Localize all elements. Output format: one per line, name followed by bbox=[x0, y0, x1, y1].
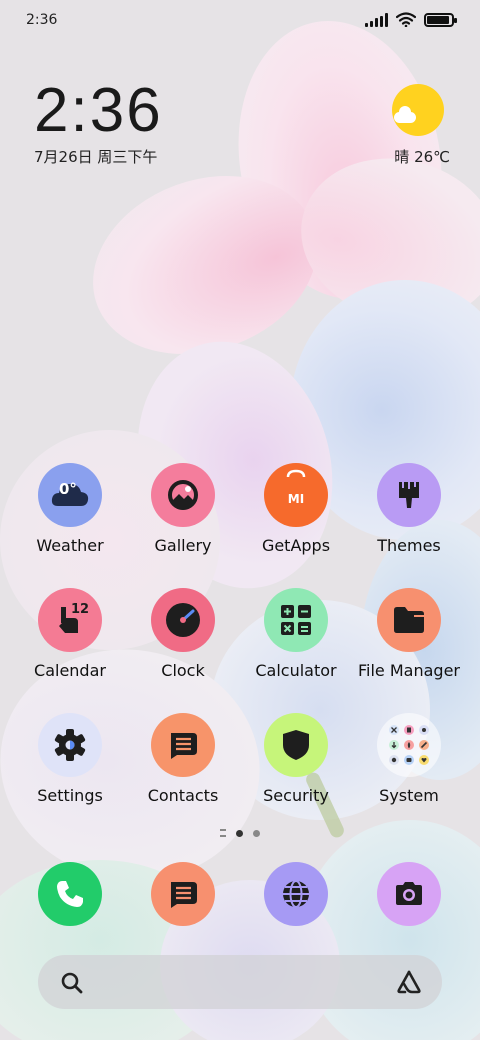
dock-camera[interactable] bbox=[349, 862, 469, 926]
dock-browser[interactable] bbox=[236, 862, 356, 926]
app-weather[interactable]: 0° Weather bbox=[10, 463, 130, 555]
app-label: Calculator bbox=[255, 661, 337, 680]
app-getapps[interactable]: MI GetApps bbox=[236, 463, 356, 555]
weather-icon: 0° bbox=[38, 463, 102, 527]
dock-phone[interactable] bbox=[10, 862, 130, 926]
app-label: Settings bbox=[37, 786, 103, 805]
search-bar[interactable] bbox=[38, 955, 442, 1009]
app-themes[interactable]: Themes bbox=[349, 463, 469, 555]
app-label: GetApps bbox=[261, 536, 331, 555]
wifi-icon bbox=[396, 12, 416, 27]
battery-icon bbox=[424, 12, 457, 27]
contacts-icon bbox=[151, 713, 215, 777]
page-dot bbox=[253, 829, 260, 837]
app-calendar[interactable]: 12 Calendar bbox=[10, 588, 130, 680]
gallery-icon bbox=[151, 463, 215, 527]
weather-condition: 晴 bbox=[394, 148, 410, 166]
app-label: Weather bbox=[36, 536, 104, 555]
app-clock[interactable]: Clock bbox=[123, 588, 243, 680]
app-settings[interactable]: Settings bbox=[10, 713, 130, 805]
getapps-icon: MI bbox=[264, 463, 328, 527]
status-time: 2:36 bbox=[26, 12, 58, 28]
clock-time: 2:36 bbox=[34, 76, 163, 145]
app-label: Clock bbox=[161, 661, 205, 680]
app-calculator[interactable]: Calculator bbox=[236, 588, 356, 680]
app-security[interactable]: Security bbox=[236, 713, 356, 805]
folder-icon bbox=[377, 588, 441, 652]
page-indicator[interactable] bbox=[0, 829, 480, 837]
app-label: System bbox=[379, 786, 439, 805]
camera-icon bbox=[377, 862, 441, 926]
weather-widget[interactable]: 晴 26℃ bbox=[390, 84, 450, 166]
weather-temperature: 26℃ bbox=[414, 148, 450, 166]
app-contacts[interactable]: Contacts bbox=[123, 713, 243, 805]
assistant-icon[interactable] bbox=[396, 970, 422, 994]
search-icon[interactable] bbox=[60, 971, 84, 995]
signal-icon bbox=[365, 12, 388, 27]
globe-icon bbox=[264, 862, 328, 926]
app-file-manager[interactable]: File Manager bbox=[349, 588, 469, 680]
app-label: Gallery bbox=[154, 536, 212, 555]
app-label: File Manager bbox=[358, 661, 460, 680]
app-gallery[interactable]: Gallery bbox=[123, 463, 243, 555]
status-bar[interactable]: 2:36 bbox=[0, 0, 480, 40]
app-label: Calendar bbox=[34, 661, 106, 680]
folder-grid-icon bbox=[377, 713, 441, 777]
minus-one-screen-indicator bbox=[220, 829, 226, 837]
app-system-folder[interactable]: System bbox=[349, 713, 469, 805]
sun-cloud-icon bbox=[392, 84, 444, 136]
clock-icon bbox=[151, 588, 215, 652]
messages-icon bbox=[151, 862, 215, 926]
clock-widget[interactable]: 2:36 7月26日 周三下午 bbox=[34, 80, 163, 167]
weather-icon-degree: 0° bbox=[59, 480, 77, 498]
calendar-icon: 12 bbox=[38, 588, 102, 652]
page-dot-active bbox=[236, 829, 243, 837]
calculator-icon bbox=[264, 588, 328, 652]
clock-date: 7月26日 周三下午 bbox=[34, 148, 158, 166]
shield-icon bbox=[264, 713, 328, 777]
phone-icon bbox=[38, 862, 102, 926]
app-label: Contacts bbox=[147, 786, 219, 805]
gear-icon bbox=[38, 713, 102, 777]
dock-messages[interactable] bbox=[123, 862, 243, 926]
calendar-icon-day: 12 bbox=[71, 602, 90, 617]
app-label: Themes bbox=[377, 536, 441, 555]
app-label: Security bbox=[263, 786, 329, 805]
themes-icon bbox=[377, 463, 441, 527]
